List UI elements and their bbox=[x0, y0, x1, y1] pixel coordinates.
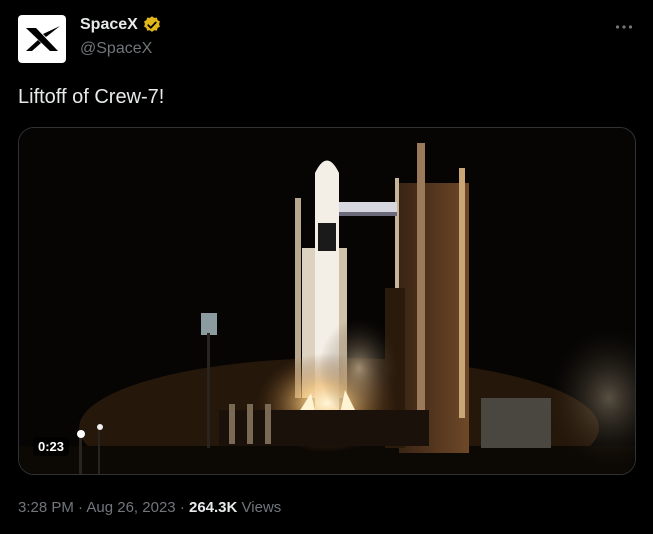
views-label: Views bbox=[241, 499, 282, 516]
tweet-text: Liftoff of Crew-7! bbox=[18, 86, 165, 108]
verified-badge-icon bbox=[143, 16, 160, 32]
more-options-button[interactable] bbox=[613, 16, 635, 38]
meta-separator: · bbox=[78, 499, 84, 516]
video-player[interactable]: 0:23 bbox=[18, 127, 636, 475]
meta-separator: · bbox=[179, 499, 185, 516]
tweet-date[interactable]: Aug 26, 2023 bbox=[86, 499, 175, 516]
tweet-time[interactable]: 3:28 PM bbox=[18, 499, 74, 516]
author-handle[interactable]: @SpaceX bbox=[80, 40, 152, 58]
author-name-row[interactable]: SpaceX bbox=[80, 15, 162, 35]
more-dots-icon bbox=[615, 25, 633, 29]
launch-video-frame bbox=[19, 128, 635, 474]
avatar[interactable] bbox=[18, 15, 66, 63]
views-count: 264.3K bbox=[188, 499, 238, 516]
author-display-name[interactable]: SpaceX bbox=[80, 16, 138, 34]
tweet-metadata: 3:28 PM · Aug 26, 2023 · 264.3K Views bbox=[18, 499, 281, 516]
spacex-x-logo-icon bbox=[26, 26, 60, 51]
video-duration-badge: 0:23 bbox=[33, 437, 70, 456]
